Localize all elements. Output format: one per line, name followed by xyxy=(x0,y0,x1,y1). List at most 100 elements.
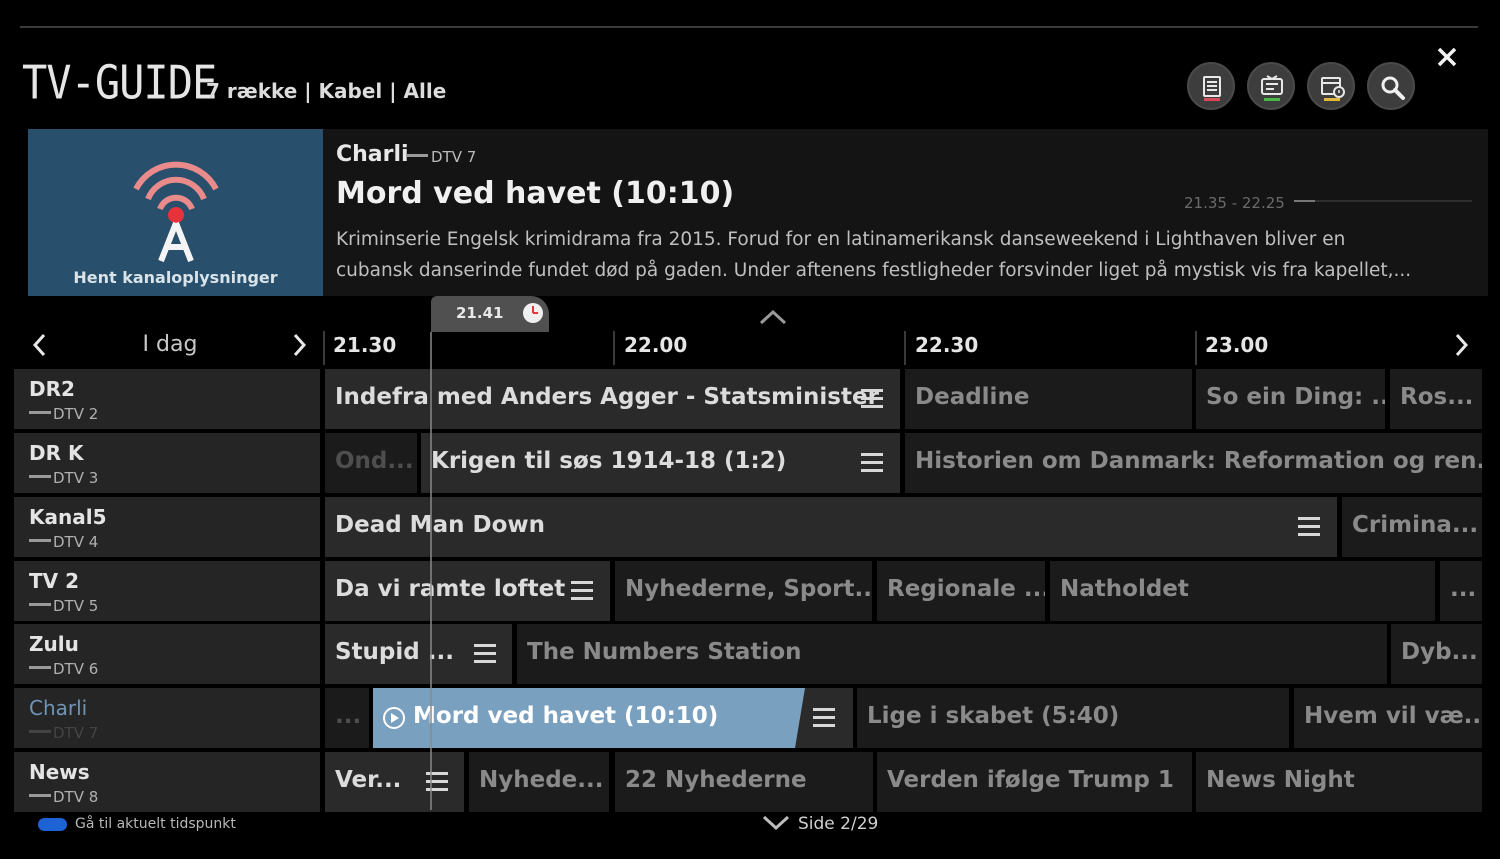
channel-name: Charli xyxy=(29,696,88,720)
channel-dtv-label: DTV 6 xyxy=(53,660,99,678)
time-label: 22.00 xyxy=(624,333,688,357)
schedule-button[interactable] xyxy=(1307,62,1355,110)
time-tick xyxy=(1195,331,1197,365)
channel-charli[interactable]: Charli DTV 7 xyxy=(14,688,320,748)
guide-filter-subtitle[interactable]: 7 række | Kabel | Alle xyxy=(206,79,446,103)
cable-icon xyxy=(29,475,51,478)
channel-dr2[interactable]: DR2 DTV 2 xyxy=(14,369,320,429)
program-title: Verden ifølge Trump 1 xyxy=(887,767,1174,793)
program-cell[interactable]: So ein Ding: ... xyxy=(1196,369,1385,429)
program-cell[interactable]: Verden ifølge Trump 1 xyxy=(877,752,1192,812)
blue-key-icon xyxy=(38,818,67,831)
menu-icon[interactable] xyxy=(1298,517,1320,537)
program-cell[interactable]: Krigen til søs 1914-18 (1:2) xyxy=(421,433,900,493)
menu-icon[interactable] xyxy=(861,389,883,409)
program-cell[interactable]: Deadline xyxy=(905,369,1192,429)
program-title: Nyhede... xyxy=(479,767,604,793)
channel-dtv-label: DTV 5 xyxy=(53,597,99,615)
program-cell[interactable]: Historien om Danmark: Reformation og ren… xyxy=(905,433,1482,493)
chevron-up-icon[interactable] xyxy=(758,308,788,326)
selected-program-cell[interactable]: Mord ved havet (10:10) xyxy=(373,688,853,748)
program-title: Regionale ... xyxy=(887,576,1045,602)
channel-drk[interactable]: DR K DTV 3 xyxy=(14,433,320,493)
time-tick xyxy=(323,331,325,365)
program-cell[interactable]: Nyhederne, Sport... xyxy=(615,561,872,621)
program-cell[interactable]: Crimina... xyxy=(1342,497,1482,557)
program-cell[interactable]: Hvem vil væ... xyxy=(1294,688,1482,748)
program-cell[interactable]: Ros... xyxy=(1390,369,1482,429)
program-cell[interactable]: Dyb... xyxy=(1391,624,1482,684)
time-label: 21.30 xyxy=(333,333,397,357)
info-program-title: Mord ved havet (10:10) xyxy=(336,176,735,211)
program-title: Ond... xyxy=(335,448,414,474)
info-channel-dtv: DTV 7 xyxy=(406,148,476,166)
chevron-down-icon[interactable] xyxy=(761,814,791,832)
menu-icon[interactable] xyxy=(474,644,496,664)
clock-icon xyxy=(523,303,543,323)
next-day-button[interactable] xyxy=(290,332,310,358)
recording-button[interactable] xyxy=(1247,62,1295,110)
close-icon[interactable] xyxy=(1432,42,1462,72)
app-title: TV-GUIDE xyxy=(22,55,217,110)
search-icon xyxy=(1381,76,1405,100)
program-cell[interactable]: Ond... xyxy=(325,433,417,493)
program-title: Historien om Danmark: Reformation og ren… xyxy=(915,448,1482,474)
day-label: I dag xyxy=(142,332,198,357)
program-title: Stupid ... xyxy=(335,639,454,665)
menu-icon[interactable] xyxy=(571,581,593,601)
recording-icon xyxy=(1261,75,1283,101)
program-title: 22 Nyhederne xyxy=(625,767,807,793)
time-tick xyxy=(613,331,615,365)
program-cell[interactable]: Indefra med Anders Agger - Statsminister xyxy=(325,369,900,429)
program-cell[interactable]: Stupid ... xyxy=(325,624,512,684)
program-cell[interactable]: Da vi ramte loftet xyxy=(325,561,610,621)
goto-now-hint[interactable]: Gå til aktuelt tidspunkt xyxy=(75,816,236,832)
channel-news[interactable]: News DTV 8 xyxy=(14,752,320,812)
program-cell[interactable]: Lige i skabet (5:40) xyxy=(857,688,1289,748)
program-cell[interactable]: Natholdet xyxy=(1050,561,1435,621)
cable-icon xyxy=(29,603,51,606)
timeline-forward-button[interactable] xyxy=(1452,332,1472,358)
program-title: So ein Ding: ... xyxy=(1206,384,1385,410)
program-title: Natholdet xyxy=(1060,576,1189,602)
program-cell[interactable]: The Numbers Station xyxy=(517,624,1387,684)
channel-thumbnail[interactable]: Hent kanaloplysninger xyxy=(28,129,323,296)
program-cell[interactable]: ... xyxy=(1440,561,1482,621)
channel-dtv: DTV 7 xyxy=(29,724,98,742)
program-title: Lige i skabet (5:40) xyxy=(867,703,1120,729)
program-cell[interactable]: 22 Nyhederne xyxy=(615,752,873,812)
program-cell[interactable]: ... xyxy=(325,688,369,748)
program-title: Da vi ramte loftet xyxy=(335,576,566,602)
channel-tv2[interactable]: TV 2 DTV 5 xyxy=(14,561,320,621)
description-line-2: cubansk danserinde fundet død på gaden. … xyxy=(336,260,1412,281)
channel-zulu[interactable]: Zulu DTV 6 xyxy=(14,624,320,684)
cable-icon xyxy=(29,411,51,414)
page-indicator: Side 2/29 xyxy=(798,814,879,834)
channel-dtv-label: DTV 2 xyxy=(53,405,99,423)
program-title: Crimina... xyxy=(1352,512,1479,538)
program-cell[interactable]: Nyhede... xyxy=(469,752,609,812)
channel-name: News xyxy=(29,760,90,784)
program-title: The Numbers Station xyxy=(527,639,802,665)
program-cell[interactable]: Ver... xyxy=(325,752,464,812)
program-cell[interactable]: Regionale ... xyxy=(877,561,1045,621)
menu-icon[interactable] xyxy=(813,708,835,728)
search-button[interactable] xyxy=(1367,62,1415,110)
program-list-button[interactable] xyxy=(1187,62,1235,110)
program-title: Krigen til søs 1914-18 (1:2) xyxy=(431,448,787,474)
program-cell[interactable]: News Night xyxy=(1196,752,1482,812)
channel-dtv: DTV 2 xyxy=(29,405,98,423)
channel-name: DR K xyxy=(29,441,84,465)
program-list-icon xyxy=(1203,76,1221,101)
channel-kanal5[interactable]: Kanal5 DTV 4 xyxy=(14,497,320,557)
program-title: Deadline xyxy=(915,384,1030,410)
program-title: Mord ved havet (10:10) xyxy=(413,703,719,729)
program-title: News Night xyxy=(1206,767,1355,793)
channel-dtv: DTV 4 xyxy=(29,533,98,551)
cable-icon xyxy=(29,794,51,797)
channel-dtv: DTV 5 xyxy=(29,597,98,615)
channel-dtv-label: DTV 7 xyxy=(53,724,99,742)
channel-dtv: DTV 8 xyxy=(29,788,98,806)
program-cell[interactable]: Dead Man Down xyxy=(325,497,1337,557)
menu-icon[interactable] xyxy=(861,453,883,473)
